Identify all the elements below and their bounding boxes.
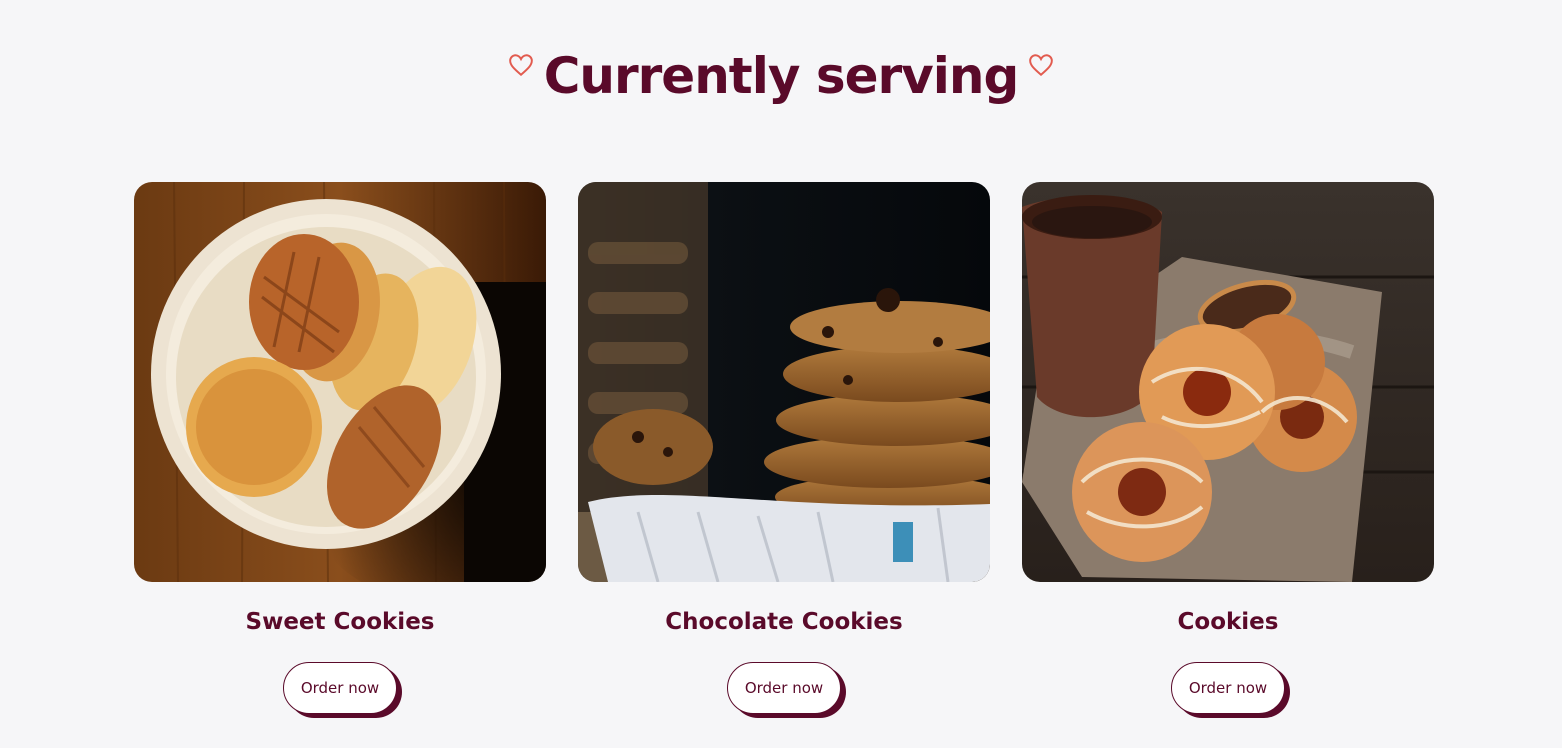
card-title: Cookies <box>1177 609 1279 635</box>
page-title: Currently serving <box>543 47 1020 105</box>
jam-cookies-with-clay-cup-photo <box>1022 182 1434 582</box>
bowl-of-cookies-photo <box>134 182 546 582</box>
product-cards: Sweet Cookies Order now Chocolate Cookie… <box>134 182 1434 714</box>
section-heading: Currently serving <box>0 40 1562 112</box>
card-title: Chocolate Cookies <box>665 609 903 635</box>
stack-of-chocolate-chip-cookies-photo <box>578 182 990 582</box>
heart-icon <box>1029 54 1054 77</box>
order-now-button[interactable]: Order now <box>1171 662 1285 714</box>
heart-icon <box>508 54 533 77</box>
product-card: Cookies Order now <box>1022 182 1434 714</box>
card-title: Sweet Cookies <box>245 609 435 635</box>
product-card: Sweet Cookies Order now <box>134 182 546 714</box>
order-now-button[interactable]: Order now <box>283 662 397 714</box>
order-now-button[interactable]: Order now <box>727 662 841 714</box>
product-card: Chocolate Cookies Order now <box>578 182 990 714</box>
